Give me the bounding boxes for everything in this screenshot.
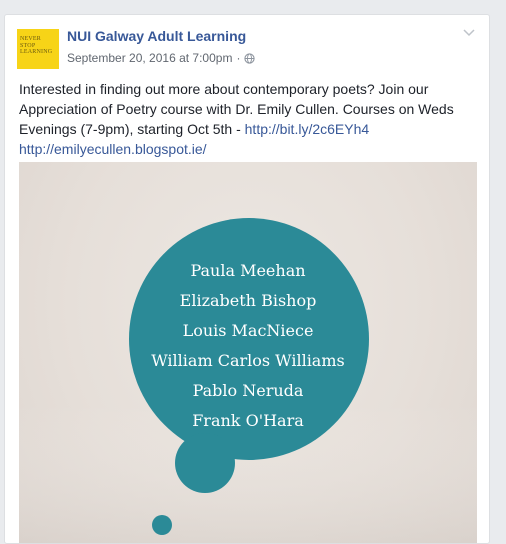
page-avatar[interactable]: NEVER STOP LEARNING [17, 29, 59, 69]
avatar-text-line: LEARNING [20, 49, 53, 55]
poet-name: Louis MacNiece [182, 321, 314, 340]
chevron-down-icon[interactable] [463, 29, 475, 37]
post-link-blog[interactable]: http://emilyecullen.blogspot.ie/ [19, 141, 207, 157]
poet-name: Pablo Neruda [192, 381, 304, 400]
post-image[interactable]: Paula Meehan Elizabeth Bishop Louis MacN… [19, 162, 477, 543]
poet-list: Paula Meehan Elizabeth Bishop Louis MacN… [19, 256, 477, 436]
post-timestamp[interactable]: September 20, 2016 at 7:00pm [67, 51, 232, 65]
post-link-bitly[interactable]: http://bit.ly/2c6EYh4 [245, 121, 370, 137]
small-bubble [152, 515, 172, 535]
medium-bubble [175, 433, 235, 493]
post-text: Interested in finding out more about con… [19, 79, 477, 159]
post-meta: September 20, 2016 at 7:00pm · [67, 51, 256, 65]
meta-separator: · [236, 51, 241, 65]
page-name-link[interactable]: NUI Galway Adult Learning [67, 28, 246, 44]
post-body: Interested in finding out more about con… [19, 81, 454, 137]
poet-name: William Carlos Williams [151, 351, 345, 370]
poet-name: Paula Meehan [190, 261, 306, 280]
globe-icon[interactable] [244, 52, 256, 64]
poet-name: Frank O'Hara [192, 411, 304, 430]
poet-name: Elizabeth Bishop [179, 291, 317, 310]
post-card: NEVER STOP LEARNING NUI Galway Adult Lea… [4, 14, 490, 544]
